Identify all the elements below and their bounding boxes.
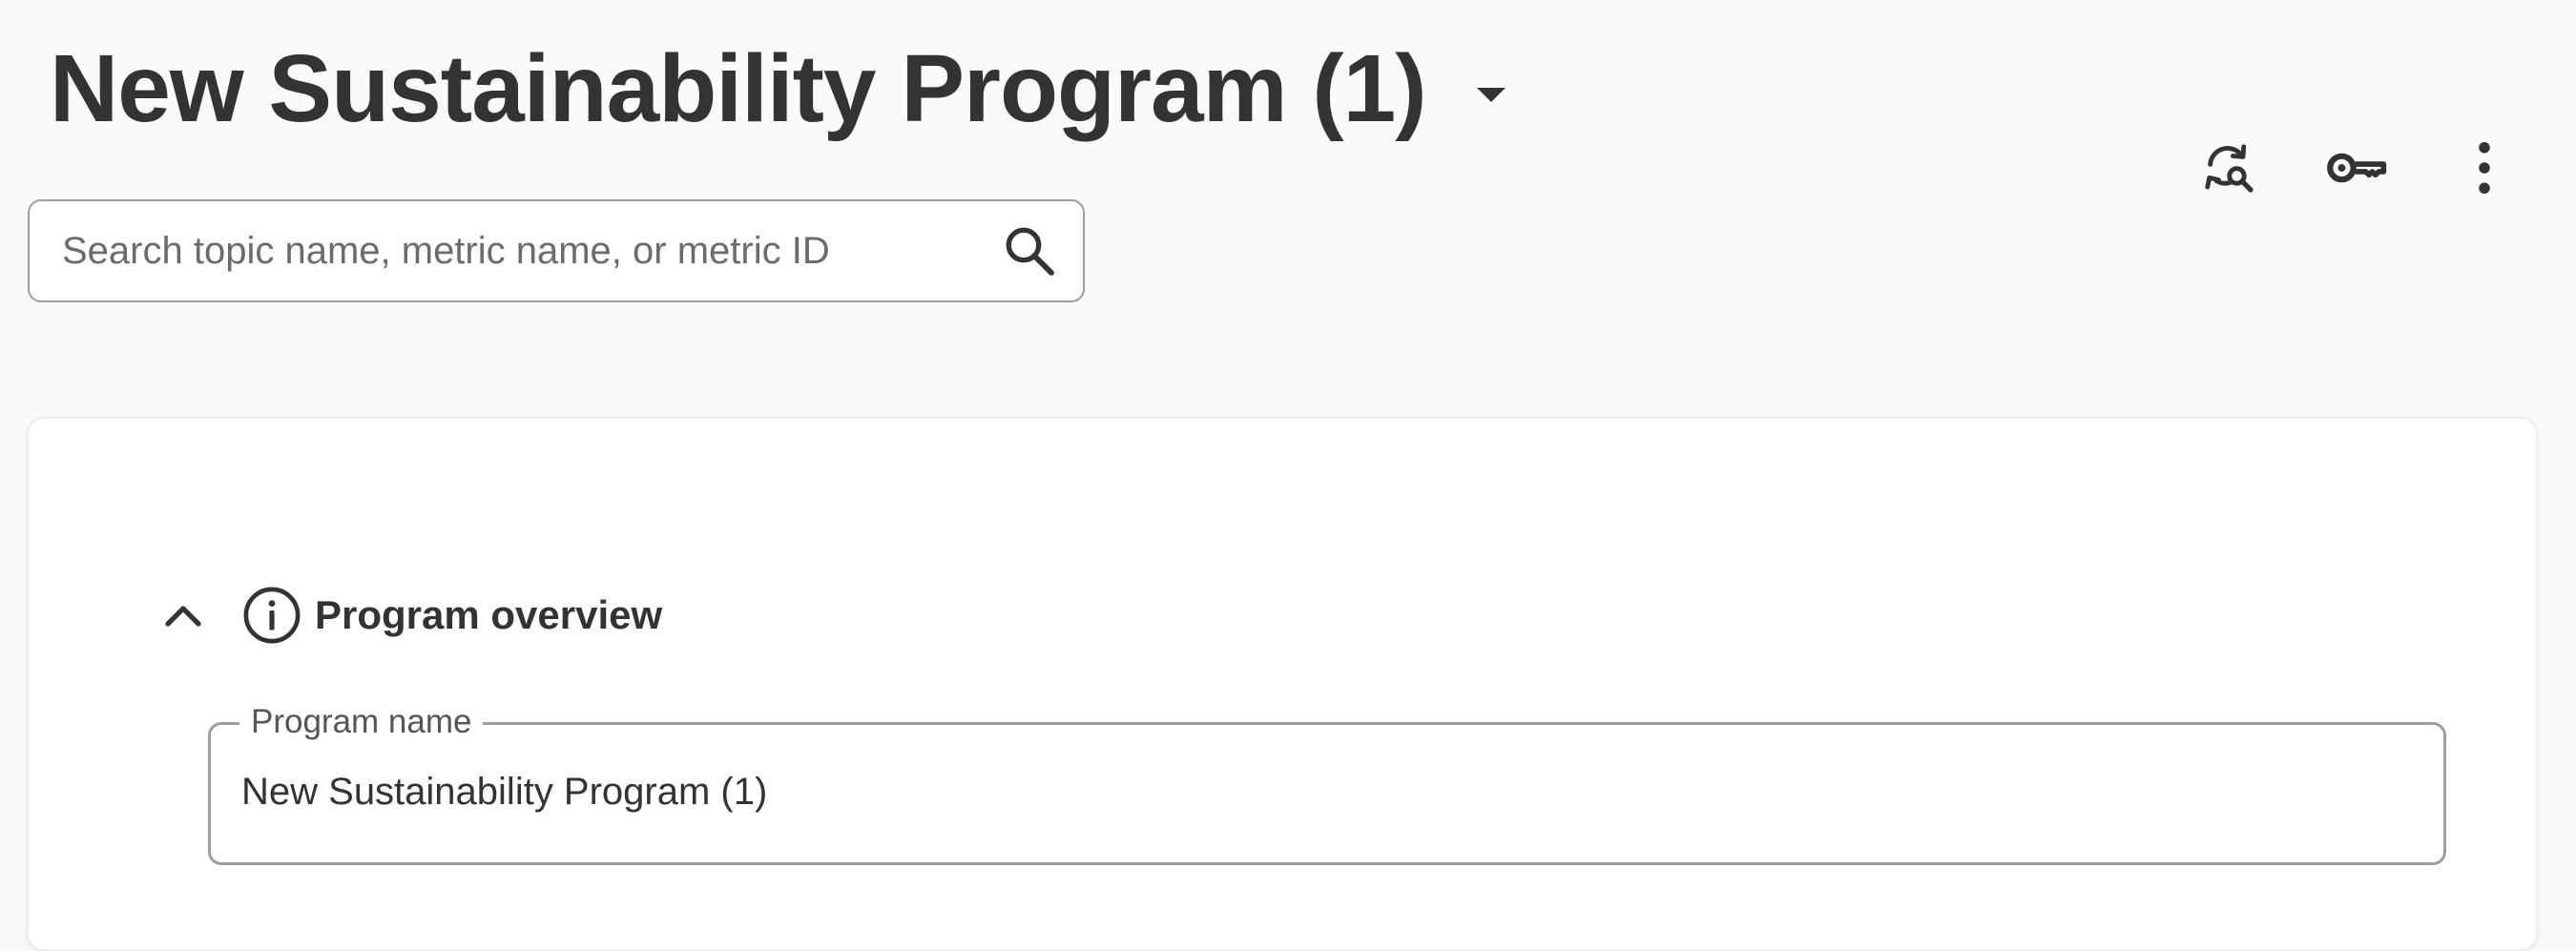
caret-down-icon (1476, 88, 1506, 102)
search-box[interactable] (28, 199, 1085, 302)
more-options-button[interactable] (2450, 134, 2519, 202)
chevron-up-icon (165, 606, 201, 627)
program-overview-header: Program overview (153, 581, 662, 650)
key-icon (2327, 153, 2387, 183)
search-icon[interactable] (999, 220, 1060, 281)
program-name-input[interactable] (241, 763, 2340, 820)
title-dropdown-button[interactable] (1472, 76, 1510, 114)
page-title: New Sustainability Program (1) (50, 35, 1427, 142)
toolbar (2194, 134, 2519, 202)
collapse-section-button[interactable] (153, 585, 214, 646)
page-title-row: New Sustainability Program (1) (50, 36, 1510, 141)
info-icon (242, 586, 301, 645)
program-name-label: Program name (239, 700, 484, 744)
search-input[interactable] (30, 200, 999, 301)
program-overview-card: Program overview Program name (27, 417, 2538, 951)
sync-search-button[interactable] (2194, 134, 2263, 202)
key-button[interactable] (2322, 134, 2391, 202)
program-name-field[interactable]: Program name (208, 700, 2446, 865)
section-title: Program overview (315, 592, 663, 637)
sync-search-icon (2205, 144, 2254, 193)
more-vertical-icon (2479, 142, 2490, 194)
